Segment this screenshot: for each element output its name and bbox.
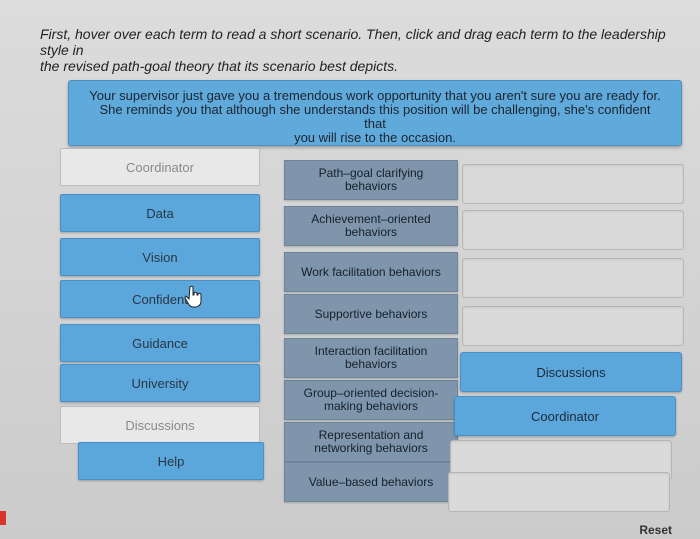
term-data[interactable]: Data [60, 194, 260, 232]
style-label-2: behaviors [344, 357, 397, 371]
style-label-2: making behaviors [323, 399, 419, 413]
term-label: Confident [132, 291, 188, 307]
style-value-based: Value–based behaviors [284, 462, 458, 502]
instructions: First, hover over each term to read a sh… [40, 26, 680, 74]
red-edge-marker [0, 511, 6, 525]
drop-slot-path-goal-clarifying[interactable] [462, 164, 684, 204]
term-label: Data [146, 205, 174, 221]
term-help[interactable]: Help [78, 442, 264, 480]
drop-slot-achievement-oriented[interactable] [462, 210, 684, 250]
style-group-oriented-decision: Group–oriented decision-making behaviors [284, 380, 458, 420]
slot-label[interactable]: Discussions [536, 365, 605, 380]
term-coordinator[interactable]: Coordinator [60, 148, 260, 186]
drop-slot-group-oriented-decision[interactable]: Coordinator [454, 396, 676, 436]
term-label: University [131, 375, 189, 391]
reset-button[interactable]: Reset [639, 523, 672, 537]
style-achievement-oriented: Achievement–oriented behaviors [284, 206, 458, 246]
style-label: Supportive behaviors [314, 306, 428, 321]
style-label: Path–goal clarifying behaviors [318, 166, 424, 193]
instructions-line-2: the revised path-goal theory that its sc… [40, 58, 398, 74]
term-discussions[interactable]: Discussions [60, 406, 260, 444]
scenario-tooltip: Your supervisor just gave you a tremendo… [68, 80, 682, 146]
term-label: Help [157, 453, 185, 469]
style-label: Value–based behaviors [308, 474, 434, 489]
style-interaction-facilitation: Interaction facilitation behaviors [284, 338, 458, 378]
instructions-line-1: First, hover over each term to read a sh… [40, 26, 666, 58]
drop-slot-value-based[interactable] [448, 472, 670, 512]
term-label: Discussions [125, 417, 195, 433]
term-label: Vision [142, 249, 178, 265]
term-confident[interactable]: Confident [60, 280, 260, 318]
style-path-goal-clarifying: Path–goal clarifying behaviors [284, 160, 458, 200]
style-label-2: networking behaviors [314, 441, 428, 455]
style-label: Work facilitation behaviors [301, 264, 441, 279]
term-label: Coordinator [126, 159, 194, 175]
term-label: Guidance [132, 335, 188, 351]
drop-slot-supportive[interactable] [462, 306, 684, 346]
style-representation-networking: Representation and networking behaviors [284, 422, 458, 462]
term-university[interactable]: University [60, 364, 260, 402]
scenario-line-1: Your supervisor just gave you a tremendo… [89, 88, 661, 103]
slot-label[interactable]: Coordinator [531, 409, 599, 424]
style-label-2: behaviors [344, 225, 397, 239]
term-vision[interactable]: Vision [60, 238, 260, 276]
scenario-line-3: you will rise to the occasion. [294, 130, 456, 145]
style-supportive: Supportive behaviors [284, 294, 458, 334]
scenario-line-2: She reminds you that although she unders… [99, 102, 651, 131]
term-guidance[interactable]: Guidance [60, 324, 260, 362]
hand-cursor-icon [184, 285, 202, 308]
drop-slot-interaction-facilitation[interactable]: Discussions [460, 352, 682, 392]
drop-slot-work-facilitation[interactable] [462, 258, 684, 298]
style-work-facilitation: Work facilitation behaviors [284, 252, 458, 292]
